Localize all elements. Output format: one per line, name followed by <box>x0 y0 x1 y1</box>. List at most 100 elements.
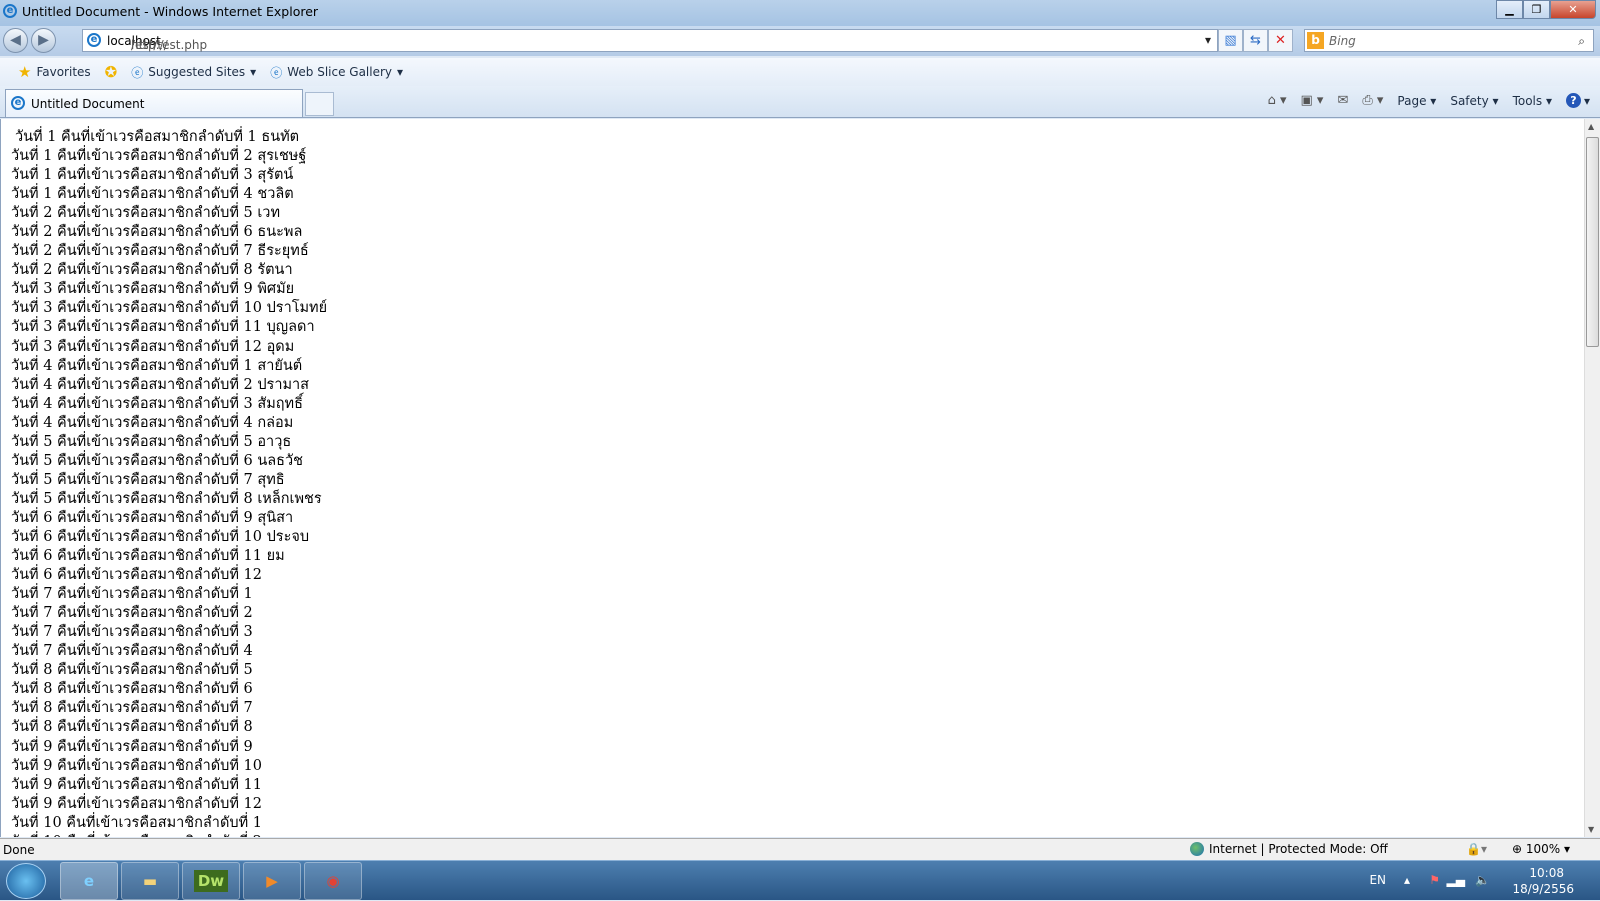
scroll-down-icon[interactable]: ▼ <box>1588 825 1594 834</box>
add-favorite-icon: ✪ <box>104 63 118 81</box>
volume-icon[interactable]: 🔈 <box>1475 873 1490 887</box>
schedule-line: วันที่ 9 คืนที่เข้าเวรคือสมาชิกลำดับที่ … <box>11 776 262 793</box>
protected-mode-icon[interactable]: 🔒▾ <box>1466 842 1487 856</box>
schedule-line: วันที่ 5 คืนที่เข้าเวรคือสมาชิกลำดับที่ … <box>11 433 292 450</box>
taskbar-explorer[interactable]: ▬ <box>121 862 179 900</box>
schedule-line: วันที่ 5 คืนที่เข้าเวรคือสมาชิกลำดับที่ … <box>11 452 303 469</box>
schedule-line: วันที่ 9 คืนที่เข้าเวรคือสมาชิกลำดับที่ … <box>11 795 262 812</box>
schedule-line: วันที่ 2 คืนที่เข้าเวรคือสมาชิกลำดับที่ … <box>11 205 281 222</box>
window-title: Untitled Document - Windows Internet Exp… <box>22 4 319 19</box>
tab-title: Untitled Document <box>31 97 145 111</box>
taskbar-ie[interactable]: e <box>60 862 118 900</box>
taskbar-dreamweaver[interactable]: Dw <box>182 862 240 900</box>
suggested-sites[interactable]: ⓔ Suggested Sites ▾ <box>131 64 256 81</box>
schedule-line: วันที่ 7 คืนที่เข้าเวรคือสมาชิกลำดับที่ … <box>11 643 253 660</box>
forward-button[interactable]: ▶ <box>31 28 56 53</box>
schedule-list: วันที่ 1 คืนที่เข้าเวรคือสมาชิกลำดับที่ … <box>11 128 327 837</box>
scroll-thumb[interactable] <box>1586 137 1599 347</box>
mail-icon[interactable]: ✉ <box>1337 93 1348 108</box>
chevron-down-icon: ▾ <box>250 65 257 79</box>
status-bar: Done Internet | Protected Mode: Off 🔒▾ ⊕… <box>0 838 1600 860</box>
favorites-label: Favorites <box>36 65 91 79</box>
globe-icon <box>1190 842 1204 856</box>
web-slice-gallery-label: Web Slice Gallery <box>287 65 393 79</box>
schedule-line: วันที่ 10 คืนที่เข้าเวรคือสมาชิกลำดับที่… <box>11 833 327 837</box>
tab-untitled-document[interactable]: e Untitled Document <box>5 89 303 117</box>
schedule-line: วันที่ 4 คืนที่เข้าเวรคือสมาชิกลำดับที่ … <box>11 414 294 431</box>
ie-logo-icon: e <box>3 4 17 18</box>
page-content: วันที่ 1 คืนที่เข้าเวรคือสมาชิกลำดับที่ … <box>0 119 1584 837</box>
compatibility-view-button[interactable]: ▧ <box>1218 29 1243 52</box>
schedule-line: วันที่ 4 คืนที่เข้าเวรคือสมาชิกลำดับที่ … <box>11 395 303 412</box>
schedule-line: วันที่ 5 คืนที่เข้าเวรคือสมาชิกลำดับที่ … <box>11 490 322 507</box>
tray-expand-icon[interactable]: ▴ <box>1404 873 1410 887</box>
favorites-button[interactable]: ★ Favorites <box>18 63 91 81</box>
schedule-line: วันที่ 3 คืนที่เข้าเวรคือสมาชิกลำดับที่ … <box>11 338 295 355</box>
schedule-line: วันที่ 6 คืนที่เข้าเวรคือสมาชิกลำดับที่ … <box>11 548 285 565</box>
start-button[interactable] <box>6 863 46 899</box>
minimize-button[interactable]: ▁ <box>1496 0 1523 19</box>
schedule-line: วันที่ 9 คืนที่เข้าเวรคือสมาชิกลำดับที่ … <box>11 738 253 755</box>
media-player-icon: ▶ <box>266 872 278 890</box>
schedule-line: วันที่ 4 คืนที่เข้าเวรคือสมาชิกลำดับที่ … <box>11 376 310 393</box>
action-center-icon[interactable]: ⚑ <box>1429 873 1440 887</box>
schedule-line: วันที่ 6 คืนที่เข้าเวรคือสมาชิกลำดับที่ … <box>11 528 310 545</box>
clock-date[interactable]: 18/9/2556 <box>1512 882 1574 896</box>
stop-button[interactable]: ✕ <box>1268 29 1293 52</box>
schedule-line: วันที่ 3 คืนที่เข้าเวรคือสมาชิกลำดับที่ … <box>11 319 315 336</box>
schedule-line: วันที่ 8 คืนที่เข้าเวรคือสมาชิกลำดับที่ … <box>11 700 253 717</box>
print-icon[interactable]: ⎙ ▾ <box>1362 93 1383 108</box>
search-icon[interactable]: ⌕ <box>1578 34 1585 49</box>
clock-time[interactable]: 10:08 <box>1529 866 1564 880</box>
ie-icon: e <box>83 872 95 890</box>
folder-icon: ▬ <box>142 872 158 890</box>
add-favorites-button[interactable]: ✪ <box>105 63 118 81</box>
new-tab-button[interactable] <box>305 92 334 116</box>
tools-menu[interactable]: Tools ▾ <box>1513 94 1552 108</box>
schedule-line: วันที่ 9 คืนที่เข้าเวรคือสมาชิกลำดับที่ … <box>11 757 262 774</box>
schedule-line: วันที่ 2 คืนที่เข้าเวรคือสมาชิกลำดับที่ … <box>11 224 303 241</box>
zoom-level[interactable]: ⊕ 100% ▾ <box>1512 842 1570 856</box>
security-zone[interactable]: Internet | Protected Mode: Off <box>1190 842 1388 856</box>
chrome-icon: ◉ <box>326 872 340 890</box>
back-button[interactable]: ◀ <box>3 28 28 53</box>
page-menu-label: Page <box>1397 93 1427 108</box>
scroll-up-icon[interactable]: ▲ <box>1588 122 1594 131</box>
network-icon[interactable]: ▂▄ <box>1447 873 1465 887</box>
schedule-line: วันที่ 2 คืนที่เข้าเวรคือสมาชิกลำดับที่ … <box>11 243 309 260</box>
language-indicator[interactable]: EN <box>1369 873 1386 887</box>
address-bar[interactable]: e http://localhost/est/test.php ▾ <box>82 29 1218 52</box>
suggested-sites-label: Suggested Sites <box>148 65 246 79</box>
schedule-line: วันที่ 1 คืนที่เข้าเวรคือสมาชิกลำดับที่ … <box>11 186 294 203</box>
address-dropdown-icon[interactable]: ▾ <box>1205 33 1211 47</box>
taskbar-chrome[interactable]: ◉ <box>304 862 362 900</box>
web-slice-gallery[interactable]: ⓔ Web Slice Gallery ▾ <box>270 64 403 81</box>
page-menu[interactable]: Page ▾ <box>1397 94 1436 108</box>
schedule-line: วันที่ 7 คืนที่เข้าเวรคือสมาชิกลำดับที่ … <box>11 624 253 641</box>
taskbar-media-player[interactable]: ▶ <box>243 862 301 900</box>
schedule-line: วันที่ 1 คืนที่เข้าเวรคือสมาชิกลำดับที่ … <box>15 129 300 145</box>
close-button[interactable]: ✕ <box>1550 0 1596 19</box>
ie-page-icon: ⓔ <box>270 65 283 80</box>
schedule-line: วันที่ 7 คืนที่เข้าเวรคือสมาชิกลำดับที่ … <box>11 605 253 622</box>
schedule-line: วันที่ 1 คืนที่เข้าเวรคือสมาชิกลำดับที่ … <box>11 148 307 165</box>
schedule-line: วันที่ 3 คืนที่เข้าเวรคือสมาชิกลำดับที่ … <box>11 281 295 298</box>
feeds-icon[interactable]: ▣ ▾ <box>1301 93 1324 108</box>
favorites-bar: ★ Favorites ✪ ⓔ Suggested Sites ▾ ⓔ Web Slic… <box>0 58 1600 86</box>
help-icon: ? <box>1565 93 1581 108</box>
refresh-button[interactable]: ⇆ <box>1243 29 1268 52</box>
schedule-line: วันที่ 2 คืนที่เข้าเวรคือสมาชิกลำดับที่ … <box>11 262 293 279</box>
schedule-line: วันที่ 1 คืนที่เข้าเวรคือสมาชิกลำดับที่ … <box>11 167 294 184</box>
home-icon[interactable]: ⌂ ▾ <box>1268 93 1287 108</box>
search-box[interactable]: b Bing ⌕ <box>1304 29 1594 52</box>
ie-tab-icon: e <box>11 96 25 110</box>
vertical-scrollbar[interactable]: ▲ ▼ <box>1584 119 1600 837</box>
chevron-down-icon: ▾ <box>397 65 404 79</box>
zone-text: Internet | Protected Mode: Off <box>1209 842 1388 856</box>
restore-button[interactable]: ❐ <box>1523 0 1550 19</box>
safety-menu[interactable]: Safety ▾ <box>1450 94 1498 108</box>
bing-icon: b <box>1307 32 1324 49</box>
help-menu[interactable]: ? ▾ <box>1565 93 1590 108</box>
zoom-text: 100% <box>1525 842 1561 856</box>
taskbar: e ▬ Dw ▶ ◉ EN ▴ ⚑ ▂▄ 🔈 10:08 18/9/2556 <box>0 860 1600 900</box>
